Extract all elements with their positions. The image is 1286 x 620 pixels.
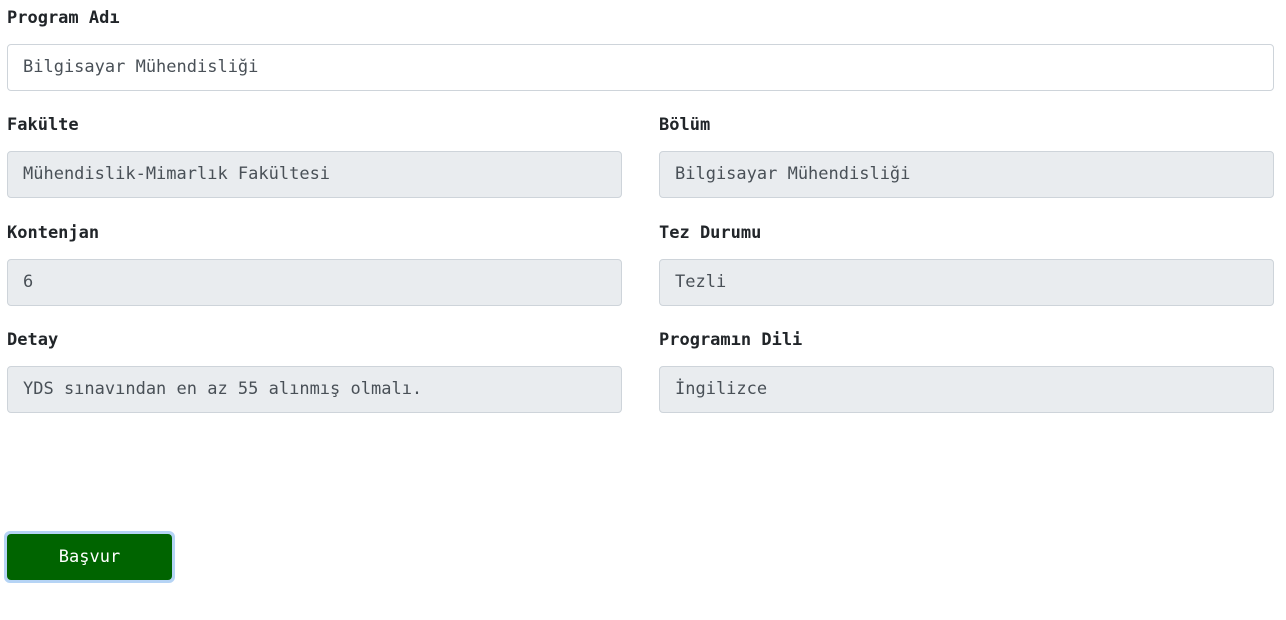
- program-name-label: Program Adı: [7, 8, 120, 28]
- detail-field: YDS sınavından en az 55 alınmış olmalı.: [7, 366, 622, 413]
- department-group: Bölüm Bilgisayar Mühendisliği: [659, 115, 1274, 199]
- program-name-group: Program Adı Bilgisayar Mühendisliği: [7, 8, 1274, 91]
- program-language-group: Programın Dili İngilizce: [659, 330, 1274, 414]
- detail-label: Detay: [7, 330, 59, 350]
- quota-group: Kontenjan 6: [7, 223, 622, 306]
- apply-button-label: Başvur: [7, 534, 172, 580]
- program-language-field: İngilizce: [659, 366, 1274, 413]
- thesis-status-group: Tez Durumu Tezli: [659, 223, 1274, 306]
- program-language-label: Programın Dili: [659, 330, 803, 350]
- department-field: Bilgisayar Mühendisliği: [659, 151, 1274, 198]
- faculty-label: Fakülte: [7, 115, 79, 135]
- thesis-status-field: Tezli: [659, 259, 1274, 306]
- faculty-field: Mühendislik-Mimarlık Fakültesi: [7, 151, 622, 198]
- detail-group: Detay YDS sınavından en az 55 alınmış ol…: [7, 330, 622, 414]
- apply-button[interactable]: Başvur: [4, 531, 175, 583]
- department-label: Bölüm: [659, 115, 711, 135]
- quota-label: Kontenjan: [7, 223, 100, 243]
- program-name-input[interactable]: Bilgisayar Mühendisliği: [7, 44, 1274, 91]
- faculty-group: Fakülte Mühendislik-Mimarlık Fakültesi: [7, 115, 622, 199]
- thesis-status-label: Tez Durumu: [659, 223, 762, 243]
- quota-field: 6: [7, 259, 622, 306]
